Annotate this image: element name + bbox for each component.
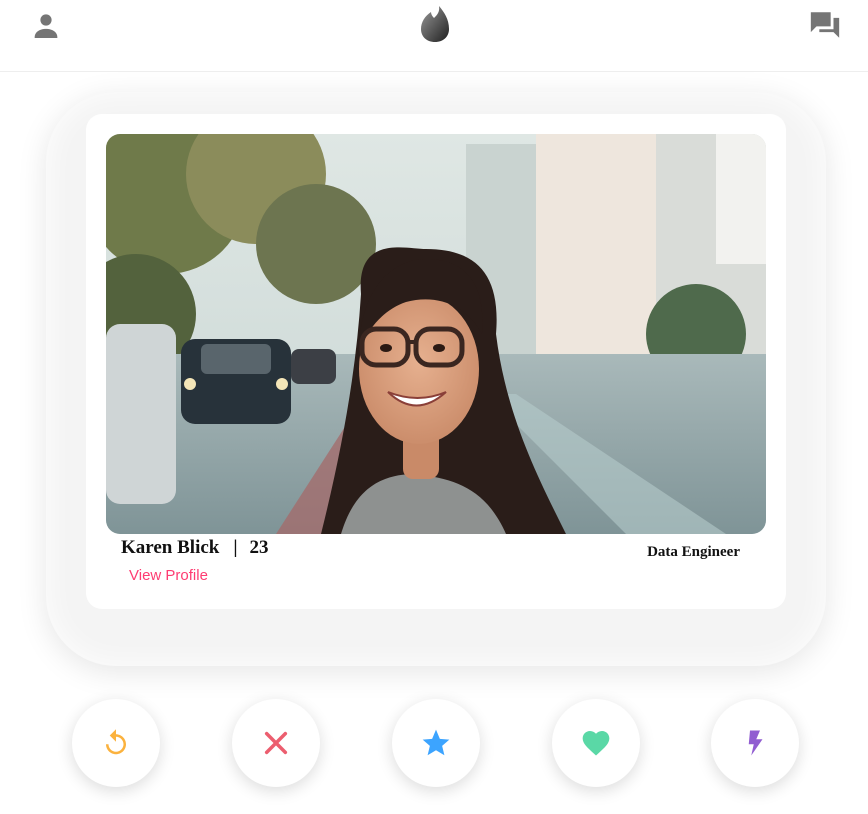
super-like-button[interactable]	[392, 699, 480, 787]
profile-button[interactable]	[30, 10, 62, 42]
profile-photo	[106, 134, 766, 534]
rewind-icon	[106, 729, 126, 755]
view-profile-link[interactable]: View Profile	[129, 567, 208, 584]
profile-card[interactable]: Karen Blick | 23 Data Engineer View Profil…	[86, 114, 786, 609]
like-button[interactable]	[552, 699, 640, 787]
name-age-line: Karen Blick | 23	[121, 537, 269, 559]
top-nav-bar	[0, 0, 868, 72]
logo-button[interactable]	[417, 4, 453, 44]
name-age-separator: |	[233, 537, 238, 558]
profile-name: Karen Blick	[121, 537, 220, 558]
messages-button[interactable]	[808, 8, 842, 42]
rewind-button[interactable]	[72, 699, 160, 787]
lightning-icon	[748, 730, 763, 756]
flame-logo-icon	[421, 6, 449, 42]
close-icon	[264, 731, 288, 755]
heart-icon	[582, 731, 610, 756]
profile-job: Data Engineer	[647, 544, 740, 560]
chat-bubbles-icon	[810, 12, 840, 38]
person-icon	[34, 14, 58, 38]
boost-button[interactable]	[711, 699, 799, 787]
nope-button[interactable]	[232, 699, 320, 787]
profile-age: 23	[249, 537, 269, 558]
star-icon	[422, 729, 450, 756]
